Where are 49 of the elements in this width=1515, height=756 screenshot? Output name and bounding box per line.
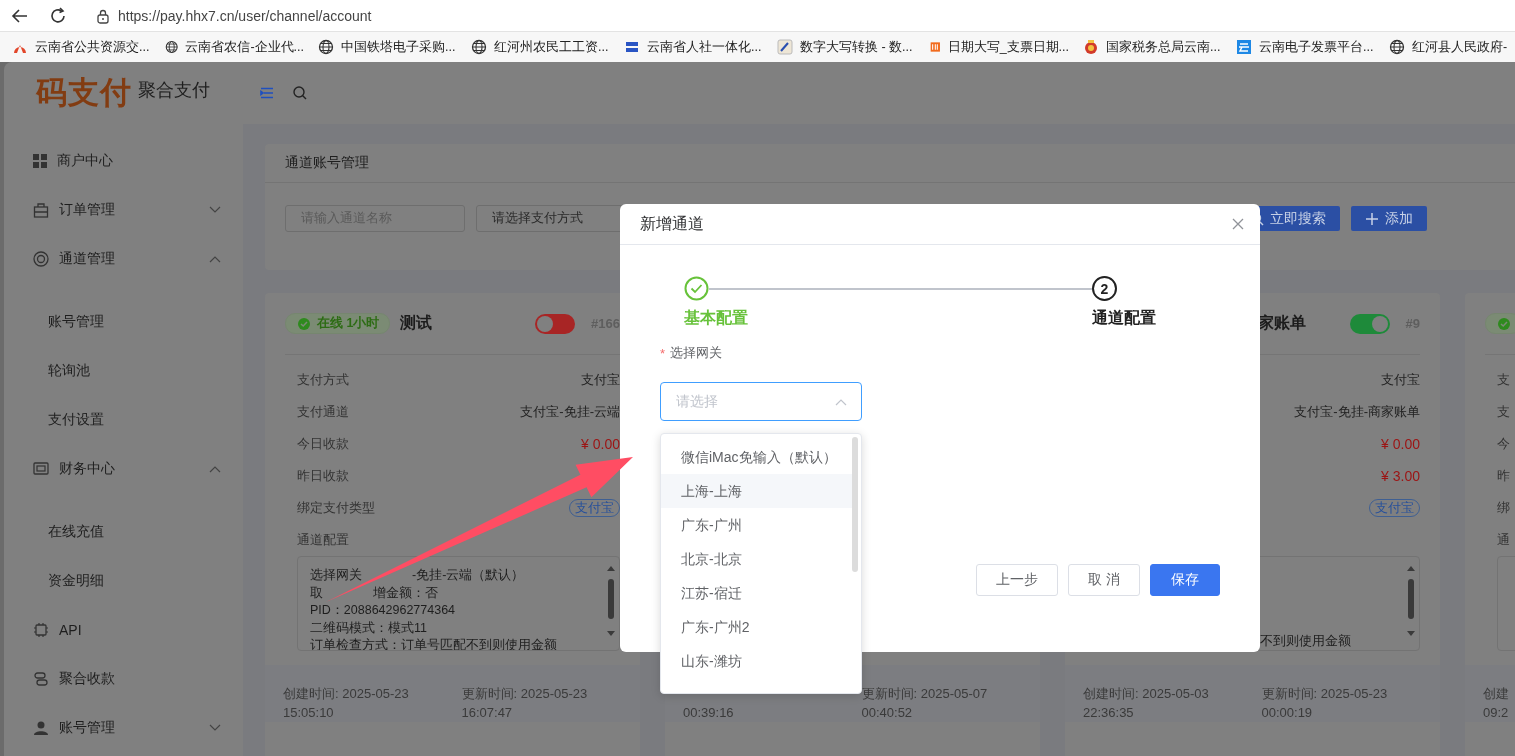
step-number: 2 (1092, 276, 1117, 301)
amount-text: ¥ 0.00 (581, 436, 620, 452)
timestamp-text: 16:07:47 (461, 704, 514, 722)
config-text: 增金额：否 (373, 584, 438, 602)
config-text: 二维码模式：模式11 (310, 619, 427, 637)
app-subtitle: 聚合支付 (138, 79, 210, 102)
timestamp-text: 09:2 (1483, 704, 1510, 722)
timestamp-text: 更新时间: 2025-05-23 (1261, 685, 1389, 703)
field-value: 支付宝 (581, 371, 620, 389)
field-label: 通道配置 (297, 531, 350, 549)
timestamp-text: 00:00:19 (1261, 704, 1314, 722)
step-label: 基本配置 (684, 308, 749, 328)
field-label: 绑 (1497, 499, 1510, 517)
field-value: 支付宝-免挂-商家账单 (1294, 403, 1420, 421)
timestamp-text: 更新时间: 2025-05-23 (461, 685, 589, 703)
timestamp-text: 创建 (1483, 685, 1510, 703)
field-label: 今 (1497, 435, 1510, 453)
required-mark: * (660, 345, 666, 361)
step-label: 通道配置 (1092, 308, 1156, 328)
field-label: 支付方式 (297, 371, 349, 389)
logo-text: 码支付 (36, 74, 132, 112)
timestamp-text: 更新时间: 2025-05-07 (861, 685, 989, 703)
field-label: 昨 (1497, 467, 1510, 485)
field-label: 选择网关 (670, 344, 723, 362)
config-text: 取 (310, 584, 323, 602)
field-value: 支付宝-免挂-云端 (520, 403, 620, 421)
card-title: 测试 (400, 313, 433, 333)
config-text: -免挂-云端（默认） (412, 567, 525, 584)
amount-text: ¥ 0.00 (1381, 436, 1420, 452)
field-label: 绑定支付类型 (297, 499, 375, 517)
field-label: 支 (1497, 371, 1510, 389)
field-label: 今日收款 (297, 435, 349, 453)
timestamp-text: 15:05:10 (283, 704, 335, 722)
timestamp-text: 22:36:35 (1083, 704, 1135, 722)
config-text: 不到则使用金额 (1260, 632, 1351, 650)
field-label: 支 (1497, 403, 1510, 421)
status-badge: 在线 1小时 (285, 313, 391, 334)
panel-title: 通道账号管理 (265, 144, 1515, 183)
config-text: PID：2088642962774364 (310, 602, 456, 619)
timestamp-text: 00:39:16 (683, 704, 735, 722)
field-value: 支付宝 (1381, 371, 1420, 389)
amount-text: ¥ 3.00 (1381, 468, 1420, 484)
config-text: 选择网关 (310, 567, 362, 584)
timestamp-text: 00:40:52 (861, 704, 914, 722)
timestamp-text: 创建时间: 2025-05-03 (1083, 685, 1210, 703)
timestamp-text: 创建时间: 2025-05-23 (283, 685, 410, 703)
field-label: 昨日收款 (297, 467, 349, 485)
field-label: 通 (1497, 531, 1511, 549)
field-label: 支付通道 (297, 403, 349, 421)
